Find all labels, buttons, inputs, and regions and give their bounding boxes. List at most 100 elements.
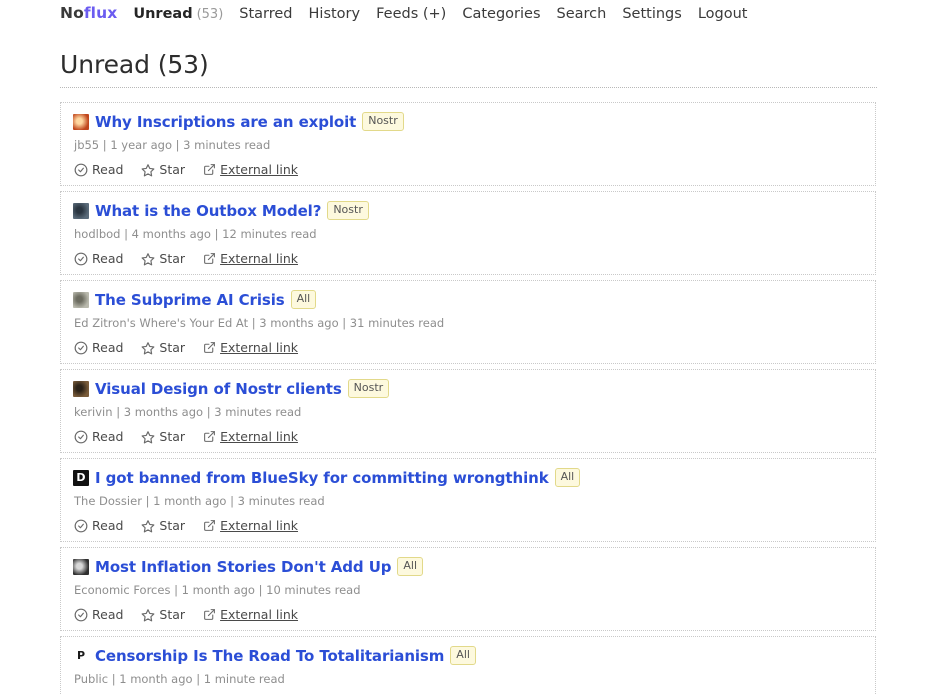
article-meta: hodlbod | 4 months ago | 12 minutes read: [74, 227, 317, 241]
favicon-economic-forces: [73, 558, 89, 575]
mark-read-label: Read: [92, 340, 124, 355]
article-category-badge[interactable]: All: [450, 646, 476, 665]
external-link-icon: [203, 608, 216, 621]
logo-text-primary: No: [60, 4, 84, 22]
nav-item-search[interactable]: Search: [557, 6, 607, 22]
external-link-label: External link: [220, 162, 299, 177]
star-label: Star: [159, 429, 186, 444]
article-meta: Public | 1 month ago | 1 minute read: [74, 672, 285, 686]
article-category-badge[interactable]: Nostr: [347, 379, 390, 398]
article-item[interactable]: Visual Design of Nostr clients Nostr keriv…: [60, 369, 876, 453]
article-title-row: D I got banned from BlueSky for committin…: [73, 468, 863, 487]
article-title-row: Visual Design of Nostr clients Nostr: [73, 379, 863, 398]
external-link-button[interactable]: External link: [203, 162, 298, 177]
check-circle-icon: [74, 163, 88, 177]
mark-read-button[interactable]: Read: [74, 429, 123, 444]
nav-item-starred[interactable]: Starred: [239, 6, 292, 22]
article-title-row: Most Inflation Stories Don't Add Up All: [73, 557, 863, 576]
favicon-public: P: [73, 647, 89, 664]
nav-unread-count: (53): [196, 7, 224, 22]
check-circle-icon: [74, 341, 88, 355]
star-icon: [141, 252, 155, 266]
star-label: Star: [159, 251, 186, 266]
star-label: Star: [159, 340, 186, 355]
article-title-link[interactable]: Visual Design of Nostr clients: [95, 380, 342, 398]
article-item[interactable]: Most Inflation Stories Don't Add Up All Ec…: [60, 547, 876, 631]
external-link-icon: [203, 163, 216, 176]
star-button[interactable]: Star: [141, 340, 185, 355]
external-link-button[interactable]: External link: [203, 607, 298, 622]
article-title-link[interactable]: The Subprime AI Crisis: [95, 291, 285, 309]
article-title-link[interactable]: Most Inflation Stories Don't Add Up: [95, 558, 392, 576]
page-title: Unread (53): [60, 50, 877, 88]
article-actions: Read Star External link: [74, 607, 863, 622]
nav-item-categories[interactable]: Categories: [462, 6, 540, 22]
star-icon: [141, 163, 155, 177]
article-item[interactable]: Why Inscriptions are an exploit Nostr jb55…: [60, 102, 876, 186]
article-title-link[interactable]: Why Inscriptions are an exploit: [95, 113, 356, 131]
check-circle-icon: [74, 608, 88, 622]
article-category-badge[interactable]: All: [397, 557, 424, 576]
mark-read-label: Read: [92, 607, 124, 622]
favicon-kerivin: [73, 380, 89, 397]
external-link-button[interactable]: External link: [203, 340, 298, 355]
article-title-link[interactable]: What is the Outbox Model?: [95, 202, 321, 220]
star-button[interactable]: Star: [141, 251, 185, 266]
star-icon: [141, 608, 155, 622]
nav-item-feeds[interactable]: Feeds (+): [376, 6, 446, 22]
star-button[interactable]: Star: [141, 607, 185, 622]
mark-read-button[interactable]: Read: [74, 607, 123, 622]
external-link-button[interactable]: External link: [203, 518, 298, 533]
mark-read-button[interactable]: Read: [74, 518, 123, 533]
article-actions: Read Star External link: [74, 429, 863, 444]
article-category-badge[interactable]: All: [554, 468, 581, 487]
article-title-row: P Censorship Is The Road To Totalitariani…: [73, 646, 863, 665]
article-meta: kerivin | 3 months ago | 3 minutes read: [74, 405, 302, 419]
site-logo[interactable]: Noflux: [60, 4, 117, 22]
mark-read-label: Read: [92, 429, 124, 444]
article-item[interactable]: P Censorship Is The Road To Totalitariani…: [60, 636, 876, 694]
mark-read-button[interactable]: Read: [74, 162, 123, 177]
article-title-row: What is the Outbox Model? Nostr: [73, 201, 863, 220]
app-root: Noflux Unread (53) Starred History Feeds…: [0, 0, 937, 694]
external-link-label: External link: [220, 251, 299, 266]
mark-read-button[interactable]: Read: [74, 251, 123, 266]
favicon-the-dossier: D: [73, 469, 89, 486]
article-category-badge[interactable]: Nostr: [362, 112, 404, 131]
star-button[interactable]: Star: [141, 429, 185, 444]
article-title-row: Why Inscriptions are an exploit Nostr: [73, 112, 863, 131]
article-category-badge[interactable]: Nostr: [327, 201, 369, 220]
nav-item-logout[interactable]: Logout: [698, 6, 748, 22]
article-meta: The Dossier | 1 month ago | 3 minutes re…: [74, 494, 325, 508]
article-title-link[interactable]: I got banned from BlueSky for committing…: [95, 469, 549, 487]
mark-read-label: Read: [92, 251, 124, 266]
nav-item-unread[interactable]: Unread: [133, 6, 192, 22]
external-link-icon: [203, 430, 216, 443]
external-link-button[interactable]: External link: [203, 429, 298, 444]
nav-item-settings[interactable]: Settings: [622, 6, 681, 22]
page-title-wrap: Unread (53): [0, 50, 937, 88]
star-button[interactable]: Star: [141, 518, 185, 533]
article-meta: jb55 | 1 year ago | 3 minutes read: [74, 138, 271, 152]
article-item[interactable]: The Subprime AI Crisis All Ed Zitron's Whe…: [60, 280, 876, 364]
external-link-button[interactable]: External link: [203, 251, 298, 266]
article-item[interactable]: What is the Outbox Model? Nostr hodlbod | …: [60, 191, 876, 275]
article-title-link[interactable]: Censorship Is The Road To Totalitarianis…: [95, 647, 444, 665]
star-button[interactable]: Star: [141, 162, 185, 177]
mark-read-label: Read: [92, 518, 124, 533]
external-link-icon: [203, 519, 216, 532]
article-category-badge[interactable]: All: [290, 290, 317, 309]
external-link-label: External link: [220, 607, 299, 622]
article-item[interactable]: D I got banned from BlueSky for committin…: [60, 458, 876, 542]
site-header: Noflux Unread (53) Starred History Feeds…: [0, 0, 937, 32]
external-link-icon: [203, 341, 216, 354]
star-icon: [141, 430, 155, 444]
external-link-label: External link: [220, 429, 299, 444]
mark-read-button[interactable]: Read: [74, 340, 123, 355]
mark-read-label: Read: [92, 162, 124, 177]
star-icon: [141, 519, 155, 533]
nav-item-history[interactable]: History: [309, 6, 361, 22]
article-actions: Read Star External link: [74, 340, 863, 355]
article-meta: Economic Forces | 1 month ago | 10 minut…: [74, 583, 361, 597]
article-meta: Ed Zitron's Where's Your Ed At | 3 month…: [74, 316, 445, 330]
